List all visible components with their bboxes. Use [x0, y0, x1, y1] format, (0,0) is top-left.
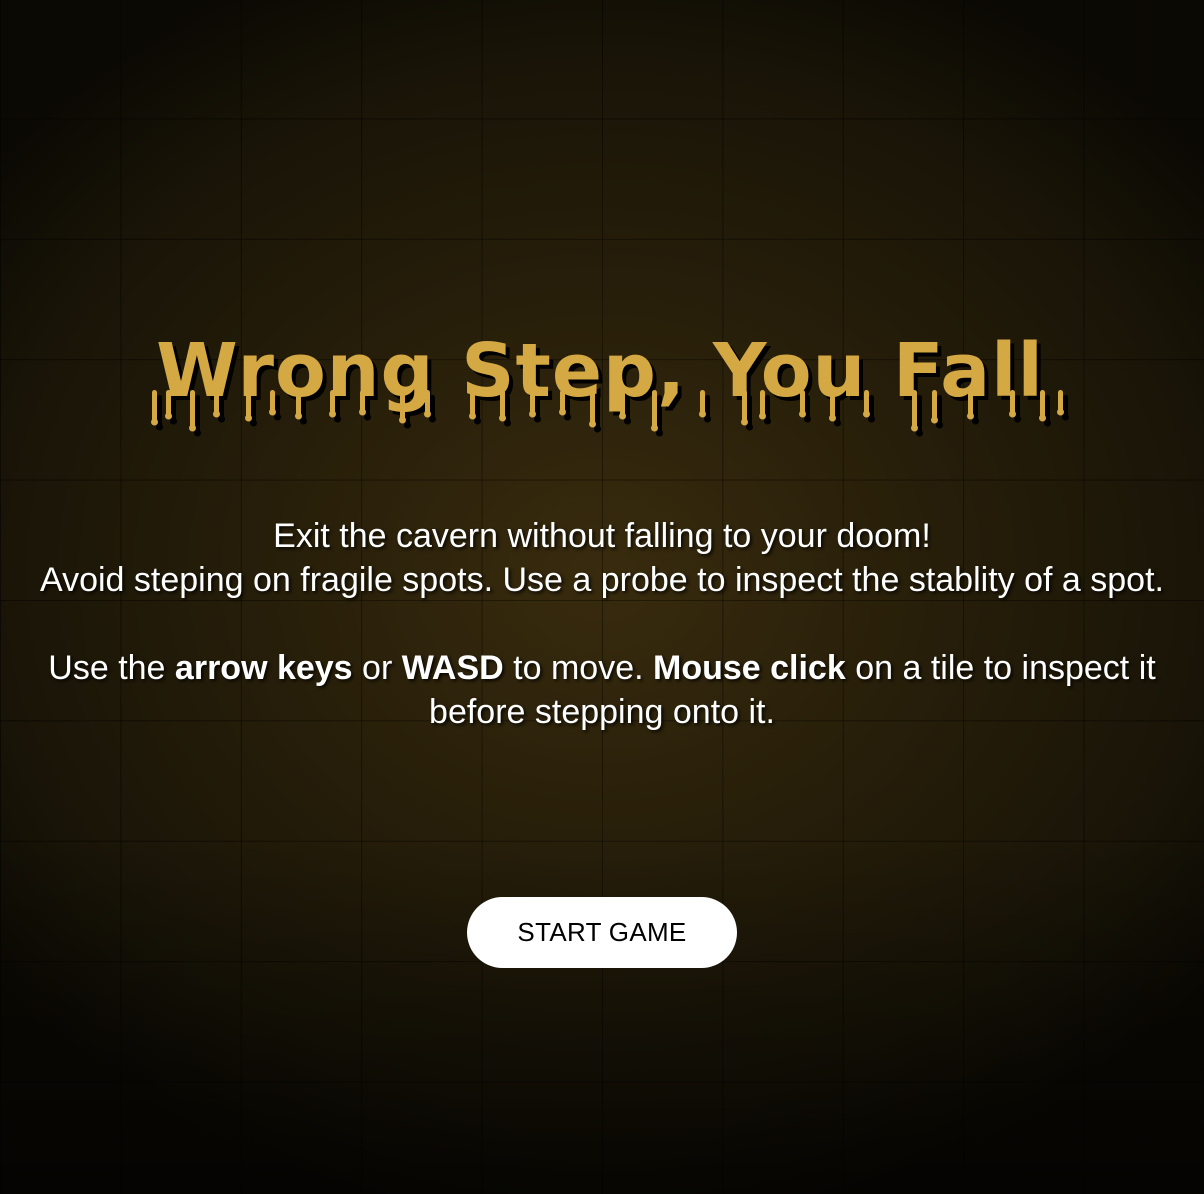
title-drip-drop [651, 424, 658, 432]
title-drip-drop [931, 416, 938, 424]
title-drip-drop [746, 423, 753, 431]
controls-text-1: Use the [48, 649, 175, 687]
title-drip-drop [829, 414, 836, 422]
controls-key-wasd: WASD [401, 649, 504, 687]
title-drip-drop [1044, 419, 1051, 427]
title-drip-drop [1057, 408, 1064, 416]
title-drip-drop [834, 419, 841, 427]
instructions-goal: Exit the cavern without falling to your … [273, 517, 931, 555]
controls-text-3: to move. [503, 649, 653, 687]
title-drip-drop [1062, 413, 1069, 421]
instructions-spacer [40, 602, 1164, 646]
title-drip-drop [741, 418, 748, 426]
game-title-text: Wrong Step, You Fall [156, 330, 1044, 414]
title-drip-drop [170, 417, 177, 425]
title-drip-drop [656, 429, 663, 437]
start-game-button[interactable]: START GAME [467, 897, 737, 968]
controls-key-mouse: Mouse click [653, 649, 846, 687]
title-drip-drop [151, 418, 158, 426]
title-drip-drop [911, 424, 918, 432]
title-drip-drop [499, 414, 506, 422]
title-drip-drop [1039, 414, 1046, 422]
title-drip-drop [245, 414, 252, 422]
title-drip-drop [764, 417, 771, 425]
title-drip-drop [300, 417, 307, 425]
title-drip-drop [916, 429, 923, 437]
title-drip-drop [474, 417, 481, 425]
title-drip-drop [189, 424, 196, 432]
title-drip-drop [936, 421, 943, 429]
title-drip-drop [399, 416, 406, 424]
instructions-controls: Use the arrow keys or WASD to move. Mous… [40, 646, 1164, 734]
controls-text-2: or [352, 649, 402, 687]
instructions: Exit the cavern without falling to your … [40, 514, 1164, 734]
title-drip-drop [156, 423, 163, 431]
title-drip-drop [594, 425, 601, 433]
title-drip-drop [250, 419, 257, 427]
title-drip-drop [404, 421, 411, 429]
title-drip-drop [194, 429, 201, 437]
controls-key-arrow: arrow keys [174, 649, 353, 687]
title-drip-drop [972, 417, 979, 425]
dripping-title-graphic: Wrong Step, You Fall Wrong Step, You Fal… [151, 330, 1069, 437]
title-drip-drop [589, 420, 596, 428]
title-drip-drop [624, 417, 631, 425]
title-drip-drop [504, 419, 511, 427]
start-screen: Wrong Step, You Fall Wrong Step, You Fal… [0, 0, 1204, 1194]
instructions-warning: Avoid steping on fragile spots. Use a pr… [40, 561, 1164, 599]
game-title: Wrong Step, You Fall Wrong Step, You Fal… [0, 330, 1204, 440]
